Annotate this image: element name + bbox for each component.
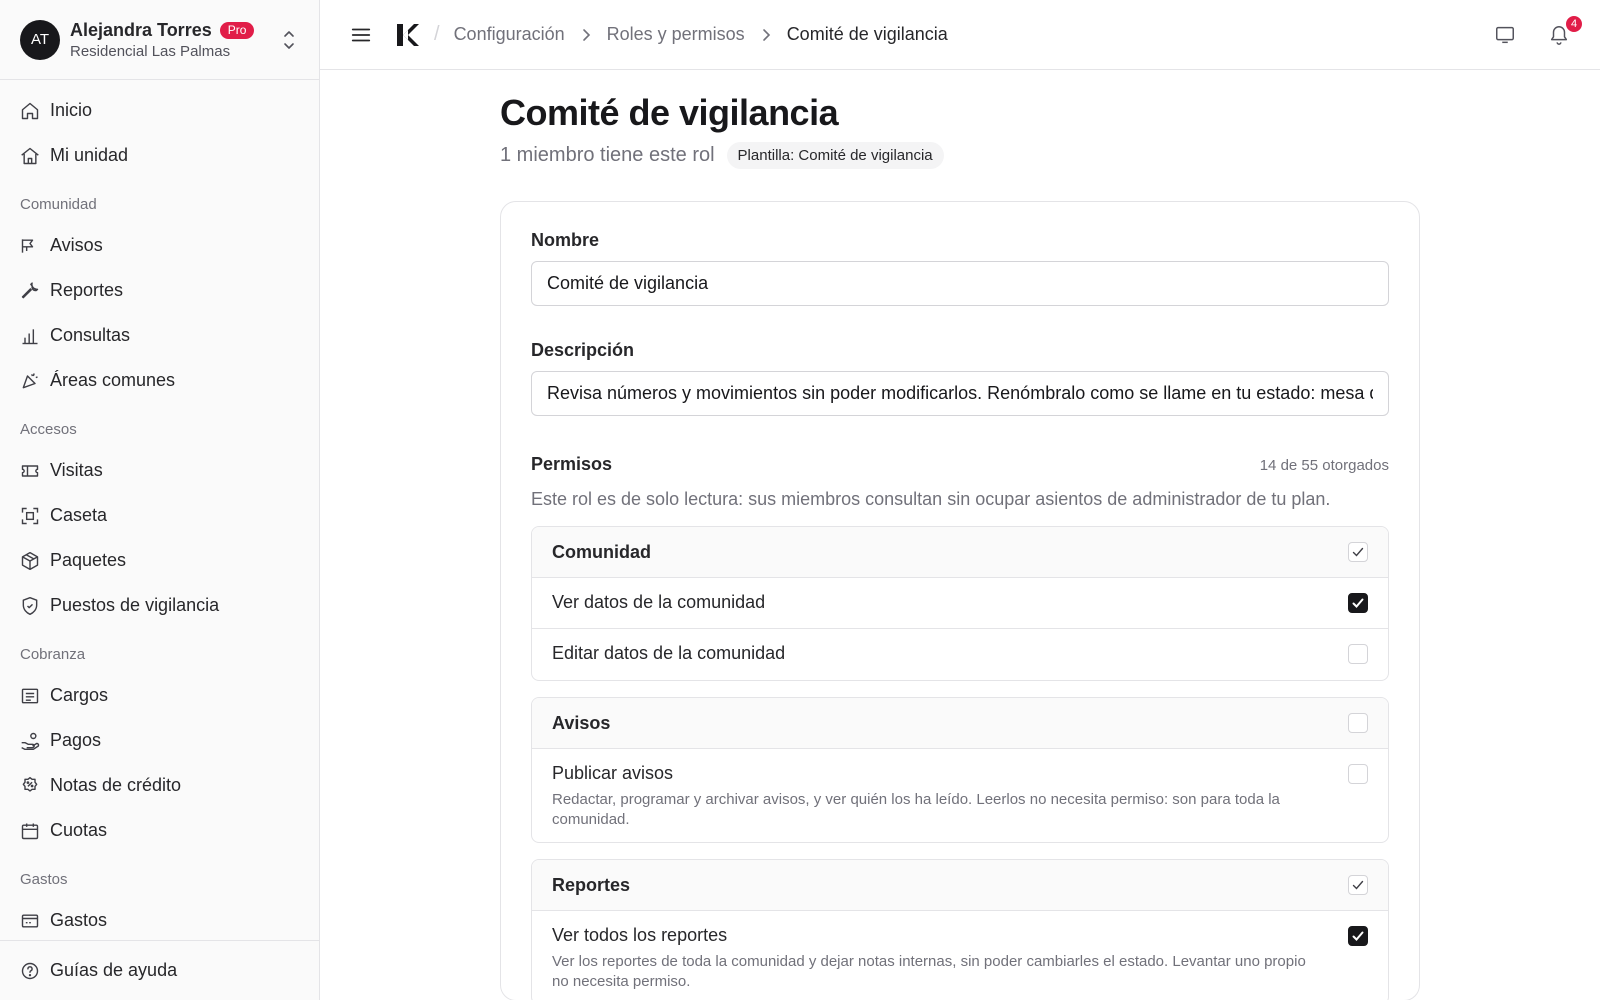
check-icon [1352,931,1364,941]
wrench-icon [21,281,39,298]
role-form-card: Nombre Descripción Permisos 14 de 55 oto… [500,201,1420,1000]
sidebar-item-paquetes[interactable]: Paquetes [0,538,319,583]
wallet-icon [21,913,39,928]
shield-icon [22,596,38,615]
section-title-gastos: Gastos [20,871,68,888]
permissions-help: Este rol es de solo lectura: sus miembro… [531,489,1331,509]
name-label: Nombre [531,230,600,250]
description-input[interactable] [531,371,1389,416]
badge-percent-icon [22,776,38,792]
sidebar-item-caseta[interactable]: Caseta [0,493,319,538]
group-header[interactable]: Avisos [532,698,1388,749]
home-icon [21,102,39,119]
topbar: / Configuración Roles y permisos Comité … [320,0,1600,70]
check-icon [1352,598,1364,608]
group-header[interactable]: Comunidad [532,527,1388,578]
permission-description: Ver los reportes de toda la comunidad y … [552,953,1306,990]
receipt-icon [21,688,39,703]
avatar: AT [20,19,60,60]
permission-row[interactable]: Ver datos de la comunidad [532,578,1388,629]
menu-icon[interactable] [350,24,372,46]
permission-row[interactable]: Editar datos de la comunidad [532,629,1388,680]
sidebar-item-areas-comunes[interactable]: Áreas comunes [0,358,319,403]
party-icon [22,372,38,388]
sidebar-item-pagos[interactable]: Pagos [0,718,319,763]
description-label: Descripción [531,340,635,360]
section-title-cobranza: Cobranza [20,646,86,663]
permission-description: Redactar, programar y archivar avisos, y… [552,791,1280,828]
notification-count-badge: 4 [1564,14,1584,34]
sidebar-item-mi-unidad[interactable]: Mi unidad [0,133,319,178]
package-icon [21,551,39,570]
permission-group-avisos: Avisos Publicar avisos Redactar, program… [531,697,1389,843]
ticket-icon [21,464,39,477]
permission-group-comunidad: Comunidad Ver datos de la comunidad Edit… [531,526,1389,681]
sidebar: AT Alejandra Torres Pro Residencial Las … [0,0,320,1000]
monitor-icon[interactable] [1494,24,1516,46]
permission-group-reportes: Reportes Ver todos los reportes Ver los … [531,859,1389,1000]
section-title-comunidad: Comunidad [20,196,97,213]
bar-chart-icon [22,328,38,344]
sidebar-item-avisos[interactable]: Avisos [0,223,319,268]
breadcrumb-configuracion[interactable]: Configuración [454,24,565,45]
permission-label: Editar datos de la comunidad [552,643,786,663]
group-header[interactable]: Reportes [532,860,1388,911]
sidebar-item-cuotas[interactable]: Cuotas [0,808,319,853]
house-icon [21,147,39,164]
top-actions: 4 [1462,0,1584,70]
main-content: Comité de vigilancia 1 miembro tiene est… [500,70,1420,1000]
permission-checkbox[interactable] [1348,926,1368,946]
breadcrumb-roles-y-permisos[interactable]: Roles y permisos [607,24,745,45]
chevron-right-icon [582,28,590,41]
notifications-button[interactable]: 4 [1548,14,1584,46]
chevron-up-down-icon [284,30,294,49]
megaphone-icon [21,238,34,253]
user-name: Alejandra Torres [70,19,212,40]
sidebar-item-puestos-de-vigilancia[interactable]: Puestos de vigilancia [0,583,319,628]
permission-row[interactable]: Publicar avisos Redactar, programar y ar… [532,749,1388,842]
member-count[interactable]: 1 miembro tiene este rol [500,144,715,167]
app-logo[interactable] [394,22,420,48]
sidebar-item-consultas[interactable]: Consultas [0,313,319,358]
calendar-icon [21,823,39,839]
permissions-count: 14 de 55 otorgados [1259,457,1389,474]
name-input[interactable] [531,261,1389,306]
permission-checkbox[interactable] [1348,593,1368,613]
plan-badge: Pro [219,21,255,39]
group-name: Avisos [552,712,611,733]
group-name: Comunidad [552,541,651,562]
sidebar-item-cargos[interactable]: Cargos [0,673,319,718]
scan-icon [21,507,39,524]
group-checkbox[interactable] [1348,713,1368,733]
hand-coins-icon [21,732,40,750]
page-title: Comité de vigilancia [500,92,839,133]
permission-label: Ver datos de la comunidad [552,592,766,612]
template-chip: Plantilla: Comité de vigilancia [726,142,944,169]
breadcrumb-current: Comité de vigilancia [786,24,948,44]
help-circle-icon [21,962,39,979]
sidebar-nav: Inicio Mi unidad Comunidad Avisos Report… [0,80,319,938]
sidebar-item-gastos[interactable]: Gastos [0,898,319,938]
chevron-right-icon [762,28,770,41]
section-title-accesos: Accesos [20,421,77,438]
permission-row[interactable]: Ver todos los reportes Ver los reportes … [532,911,1388,1000]
permission-label: Ver todos los reportes [552,925,728,945]
permission-label: Publicar avisos [552,763,674,783]
breadcrumb-divider: / [434,23,440,45]
community-name: Residencial Las Palmas [70,42,231,60]
permission-checkbox[interactable] [1348,764,1368,784]
sidebar-item-reportes[interactable]: Reportes [0,268,319,313]
permissions-label: Permisos [531,454,613,474]
sidebar-item-inicio[interactable]: Inicio [0,88,319,133]
permission-checkbox[interactable] [1348,644,1368,664]
check-icon [1352,547,1364,557]
check-icon [1352,880,1364,890]
user-switcher[interactable]: AT Alejandra Torres Pro Residencial Las … [0,0,319,80]
group-checkbox[interactable] [1348,542,1368,562]
sidebar-item-notas-de-credito[interactable]: Notas de crédito [0,763,319,808]
sidebar-item-guias-de-ayuda[interactable]: Guías de ayuda [0,940,319,1000]
sidebar-item-visitas[interactable]: Visitas [0,448,319,493]
group-checkbox[interactable] [1348,875,1368,895]
group-name: Reportes [552,874,631,895]
